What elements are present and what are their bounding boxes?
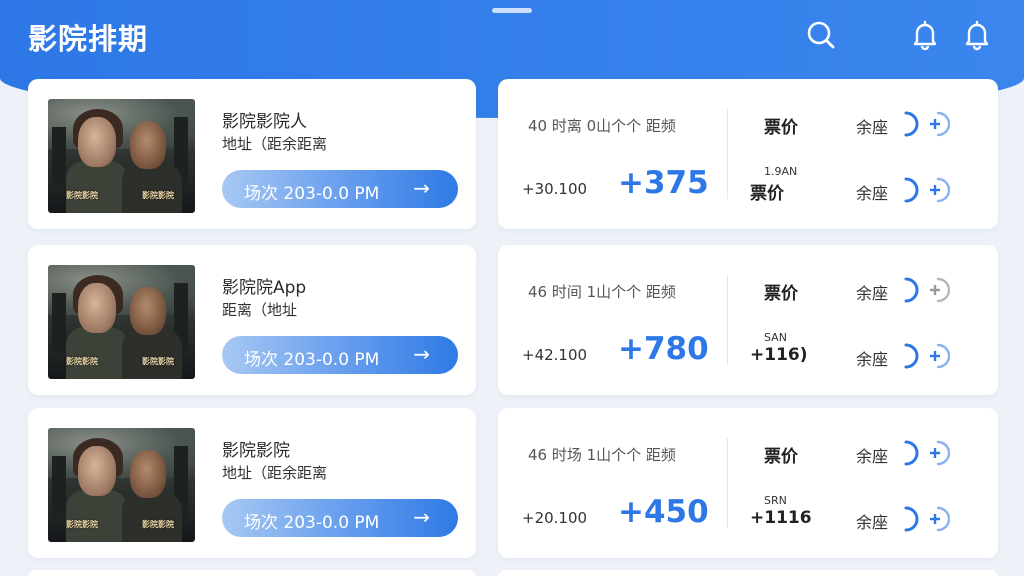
page-title: 影院排期: [28, 22, 149, 56]
schedule-small-value: +42.100: [522, 346, 588, 364]
session-button[interactable]: 场次 203-0.0 PM →: [222, 499, 458, 537]
seat-stepper[interactable]: [902, 504, 951, 534]
schedule-meta: 40 时离 0山个个 距频: [528, 117, 676, 135]
seats-label: 余座: [856, 513, 889, 532]
cinema-address: 距离（地址: [222, 301, 298, 319]
bell-icon[interactable]: [960, 18, 994, 52]
poster-caption: 影院影院: [66, 191, 98, 200]
seat-stepper[interactable]: [902, 438, 951, 468]
seats-label: 余座: [856, 284, 889, 303]
drag-handle[interactable]: [492, 8, 532, 13]
schedule-meta: 46 时间 1山个个 距频: [528, 283, 676, 301]
session-button[interactable]: 场次 203-0.0 PM →: [222, 336, 458, 374]
arrow-right-icon: →: [413, 176, 430, 200]
schedule-big-value: +450: [618, 494, 709, 530]
seat-stepper[interactable]: [902, 341, 951, 371]
seat-stepper[interactable]: [902, 275, 951, 305]
schedule-big-value: +375: [618, 165, 709, 201]
schedule-meta: 46 时场 1山个个 距频: [528, 446, 676, 464]
price-note: SAN: [764, 331, 787, 344]
schedule-big-value: +780: [618, 331, 709, 367]
poster-caption: 影院影院: [66, 357, 98, 366]
seats-label: 余座: [856, 118, 889, 137]
next-card-peek: [498, 570, 998, 576]
cinema-name: 影院影院: [222, 441, 290, 461]
cinema-card[interactable]: 影院影院 影院影院 影院影院人 地址（距余距离 场次 203-0.0 PM →: [28, 79, 476, 229]
seat-stepper[interactable]: [902, 175, 951, 205]
schedule-card: 46 时间 1山个个 距频 +42.100 +780 票价 SAN +116) …: [498, 245, 998, 395]
poster-caption: 影院影院: [142, 357, 174, 366]
price-label: 票价: [764, 118, 798, 138]
seats-label: 余座: [856, 184, 889, 203]
price-value: +1116: [750, 508, 812, 528]
arrow-right-icon: →: [413, 342, 430, 366]
price-note: SRN: [764, 494, 787, 507]
cinema-address: 地址（距余距离: [222, 135, 328, 153]
bell-icon[interactable]: [908, 18, 942, 52]
schedule-card: 40 时离 0山个个 距频 +30.100 +375 票价 1.9AN 票价 余…: [498, 79, 998, 229]
movie-poster[interactable]: 影院影院 影院影院: [48, 99, 195, 213]
cinema-row: 影院影院 影院影院 影院院App 距离（地址 场次 203-0.0 PM → 4…: [0, 245, 1024, 395]
seats-label: 余座: [856, 447, 889, 466]
seat-stepper[interactable]: [902, 109, 951, 139]
search-icon[interactable]: [804, 18, 838, 52]
divider: [727, 109, 728, 199]
movie-poster[interactable]: 影院影院 影院影院: [48, 428, 195, 542]
price-value: +116): [750, 345, 808, 365]
price-label: 票价: [764, 284, 798, 304]
price-label: 票价: [764, 447, 798, 467]
cinema-name: 影院院App: [222, 278, 307, 298]
poster-caption: 影院影院: [142, 191, 174, 200]
movie-poster[interactable]: 影院影院 影院影院: [48, 265, 195, 379]
cinema-row: 影院影院 影院影院 影院影院 地址（距余距离 场次 203-0.0 PM → 4…: [0, 408, 1024, 558]
cinema-address: 地址（距余距离: [222, 464, 328, 482]
divider: [727, 275, 728, 365]
schedule-small-value: +30.100: [522, 180, 588, 198]
cinema-row: 影院影院 影院影院 影院影院人 地址（距余距离 场次 203-0.0 PM → …: [0, 79, 1024, 229]
session-label: 场次 203-0.0 PM: [244, 513, 380, 533]
schedule-card: 46 时场 1山个个 距频 +20.100 +450 票价 SRN +1116 …: [498, 408, 998, 558]
schedule-small-value: +20.100: [522, 509, 588, 527]
session-label: 场次 203-0.0 PM: [244, 184, 380, 204]
session-button[interactable]: 场次 203-0.0 PM →: [222, 170, 458, 208]
poster-caption: 影院影院: [66, 520, 98, 529]
next-card-peek: [28, 570, 476, 576]
price-value: 票价: [750, 184, 784, 204]
divider: [727, 438, 728, 528]
poster-caption: 影院影院: [142, 520, 174, 529]
seats-label: 余座: [856, 350, 889, 369]
cinema-name: 影院影院人: [222, 112, 307, 132]
session-label: 场次 203-0.0 PM: [244, 350, 380, 370]
price-note: 1.9AN: [764, 165, 798, 178]
arrow-right-icon: →: [413, 505, 430, 529]
cinema-card[interactable]: 影院影院 影院影院 影院院App 距离（地址 场次 203-0.0 PM →: [28, 245, 476, 395]
cinema-card[interactable]: 影院影院 影院影院 影院影院 地址（距余距离 场次 203-0.0 PM →: [28, 408, 476, 558]
